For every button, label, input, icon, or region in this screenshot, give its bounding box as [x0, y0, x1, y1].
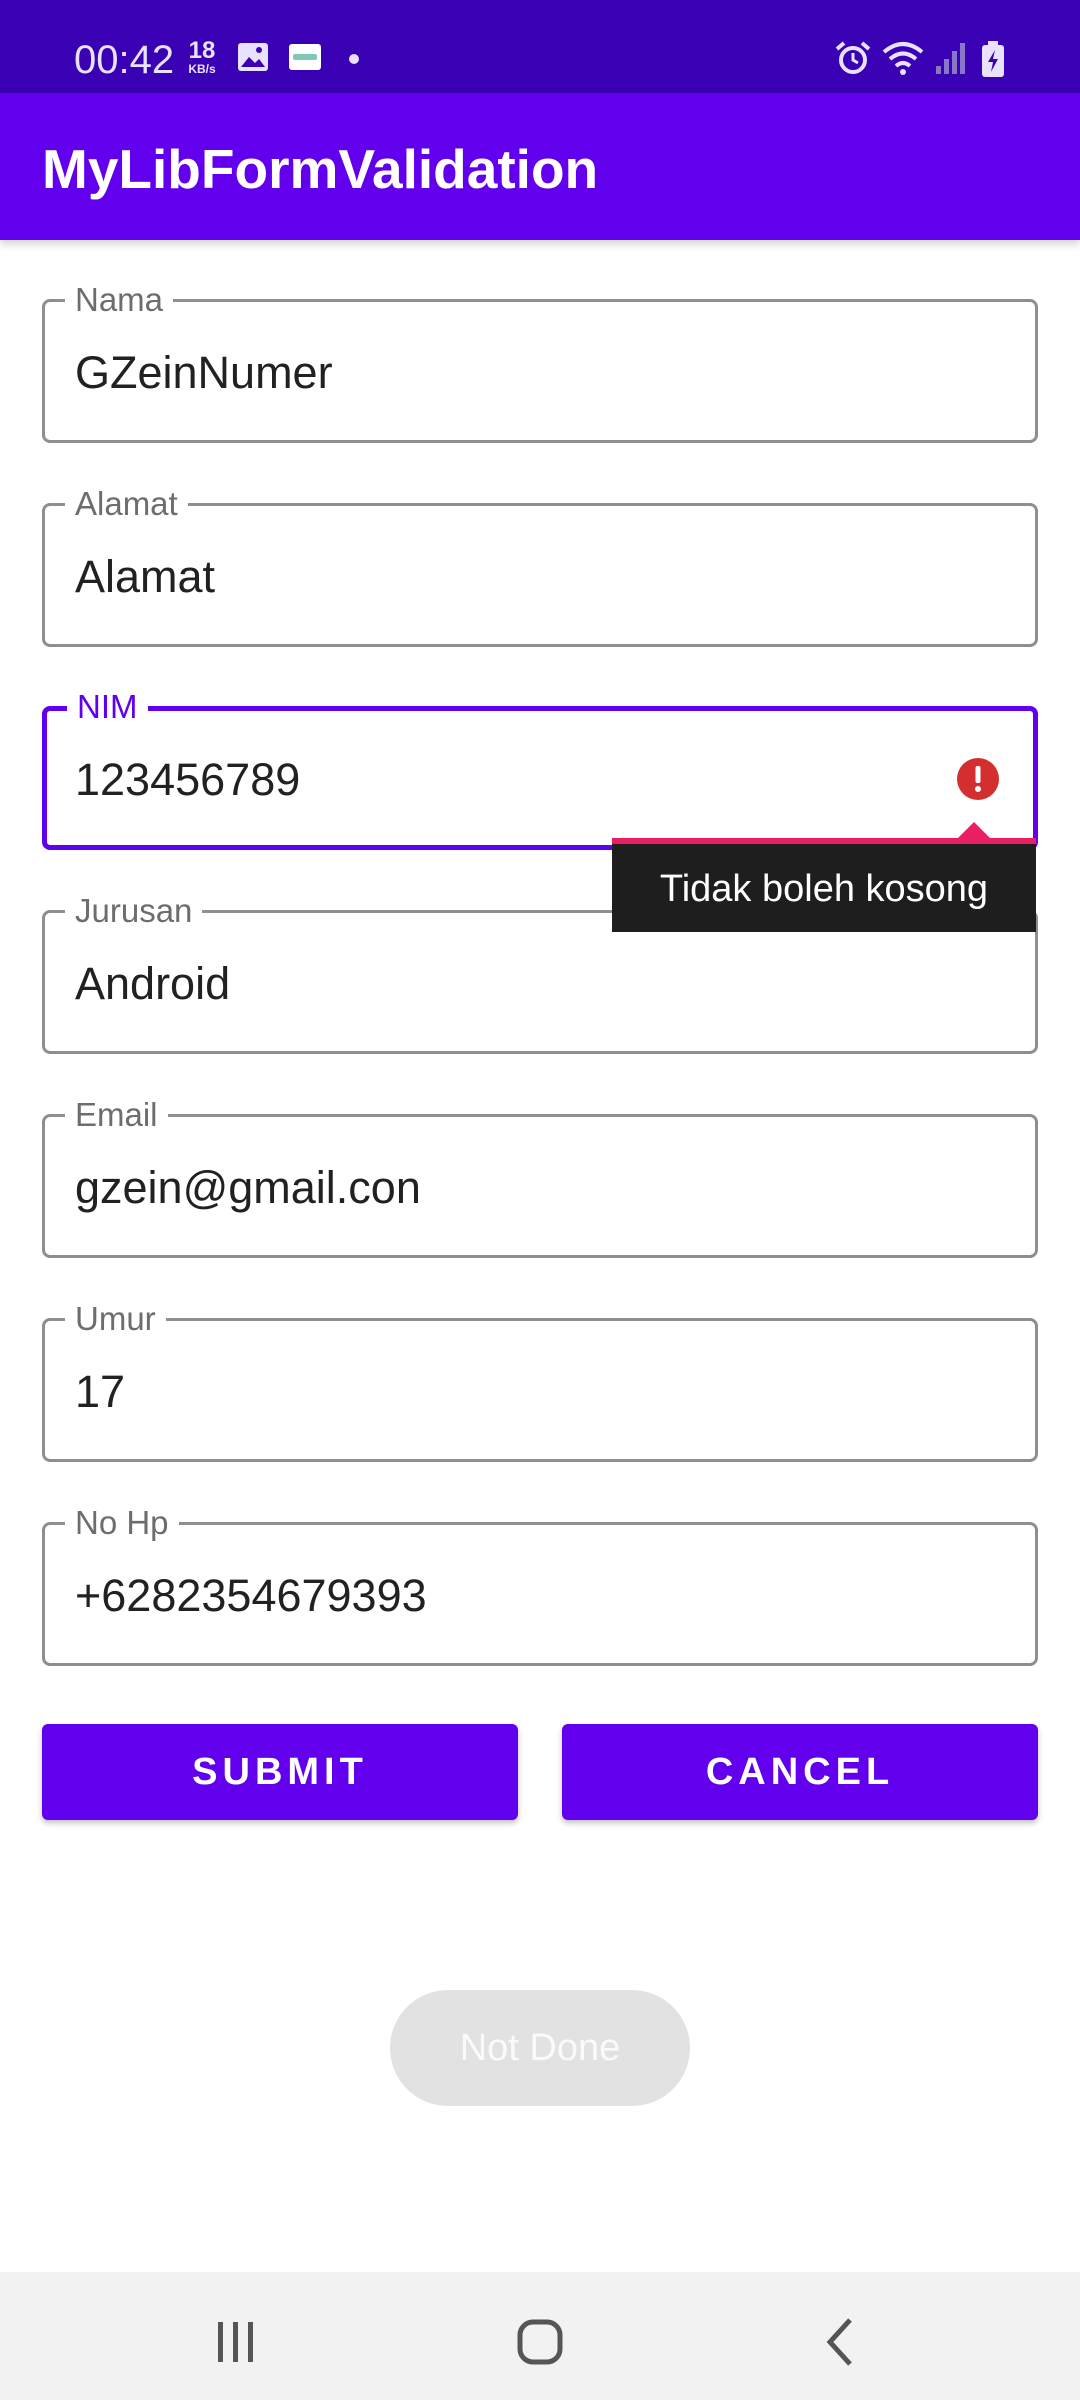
- nama-label: Nama: [65, 280, 174, 320]
- nim-input[interactable]: [75, 753, 975, 807]
- app-bar: MyLibFormValidation: [0, 93, 1080, 240]
- dot-icon: [349, 54, 359, 64]
- network-speed: 18 KB/s: [182, 37, 222, 77]
- nama-field[interactable]: Nama: [42, 280, 1038, 443]
- no-hp-input[interactable]: [75, 1569, 975, 1623]
- error-tooltip: Tidak boleh kosong: [612, 838, 1036, 932]
- nama-input[interactable]: [75, 346, 975, 400]
- navigation-bar: [0, 2272, 1080, 2400]
- home-icon[interactable]: [510, 2312, 570, 2372]
- alarm-icon: [835, 41, 871, 74]
- no-hp-field[interactable]: No Hp: [42, 1503, 1038, 1666]
- jurusan-label: Jurusan: [65, 891, 203, 931]
- error-tooltip-text: Tidak boleh kosong: [659, 868, 989, 910]
- email-label: Email: [65, 1095, 168, 1135]
- umur-field[interactable]: Umur: [42, 1299, 1038, 1462]
- umur-input[interactable]: [75, 1365, 975, 1419]
- no-hp-label: No Hp: [65, 1503, 179, 1543]
- nim-label: NIM: [67, 687, 148, 727]
- status-bar: 00:42 18 KB/s: [0, 0, 1080, 93]
- jurusan-input[interactable]: [75, 957, 975, 1011]
- alamat-field[interactable]: Alamat: [42, 484, 1038, 647]
- tooltip-arrow: [958, 822, 990, 838]
- gallery-icon: [238, 43, 268, 71]
- recent-apps-icon[interactable]: [206, 2312, 266, 2372]
- status-button[interactable]: Not Done: [390, 1990, 690, 2106]
- back-icon[interactable]: [812, 2312, 872, 2372]
- submit-button[interactable]: SUBMIT: [42, 1724, 518, 1820]
- app-title: MyLibFormValidation: [42, 138, 599, 200]
- app-notification-icon: [289, 44, 321, 70]
- email-field[interactable]: Email: [42, 1095, 1038, 1258]
- network-speed-value: 18: [188, 37, 216, 64]
- battery-charging-icon: [982, 41, 1004, 77]
- nim-field[interactable]: NIM: [42, 687, 1038, 850]
- wifi-icon: [882, 42, 924, 75]
- signal-icon: [936, 43, 965, 74]
- error-icon[interactable]: [957, 758, 999, 800]
- alamat-label: Alamat: [65, 484, 188, 524]
- tooltip-accent-bar: [612, 838, 1036, 844]
- network-speed-unit: KB/s: [188, 62, 216, 76]
- umur-label: Umur: [65, 1299, 166, 1339]
- cancel-button[interactable]: CANCEL: [562, 1724, 1038, 1820]
- email-input[interactable]: [75, 1161, 975, 1215]
- status-time: 00:42: [74, 38, 175, 82]
- alamat-input[interactable]: [75, 550, 975, 604]
